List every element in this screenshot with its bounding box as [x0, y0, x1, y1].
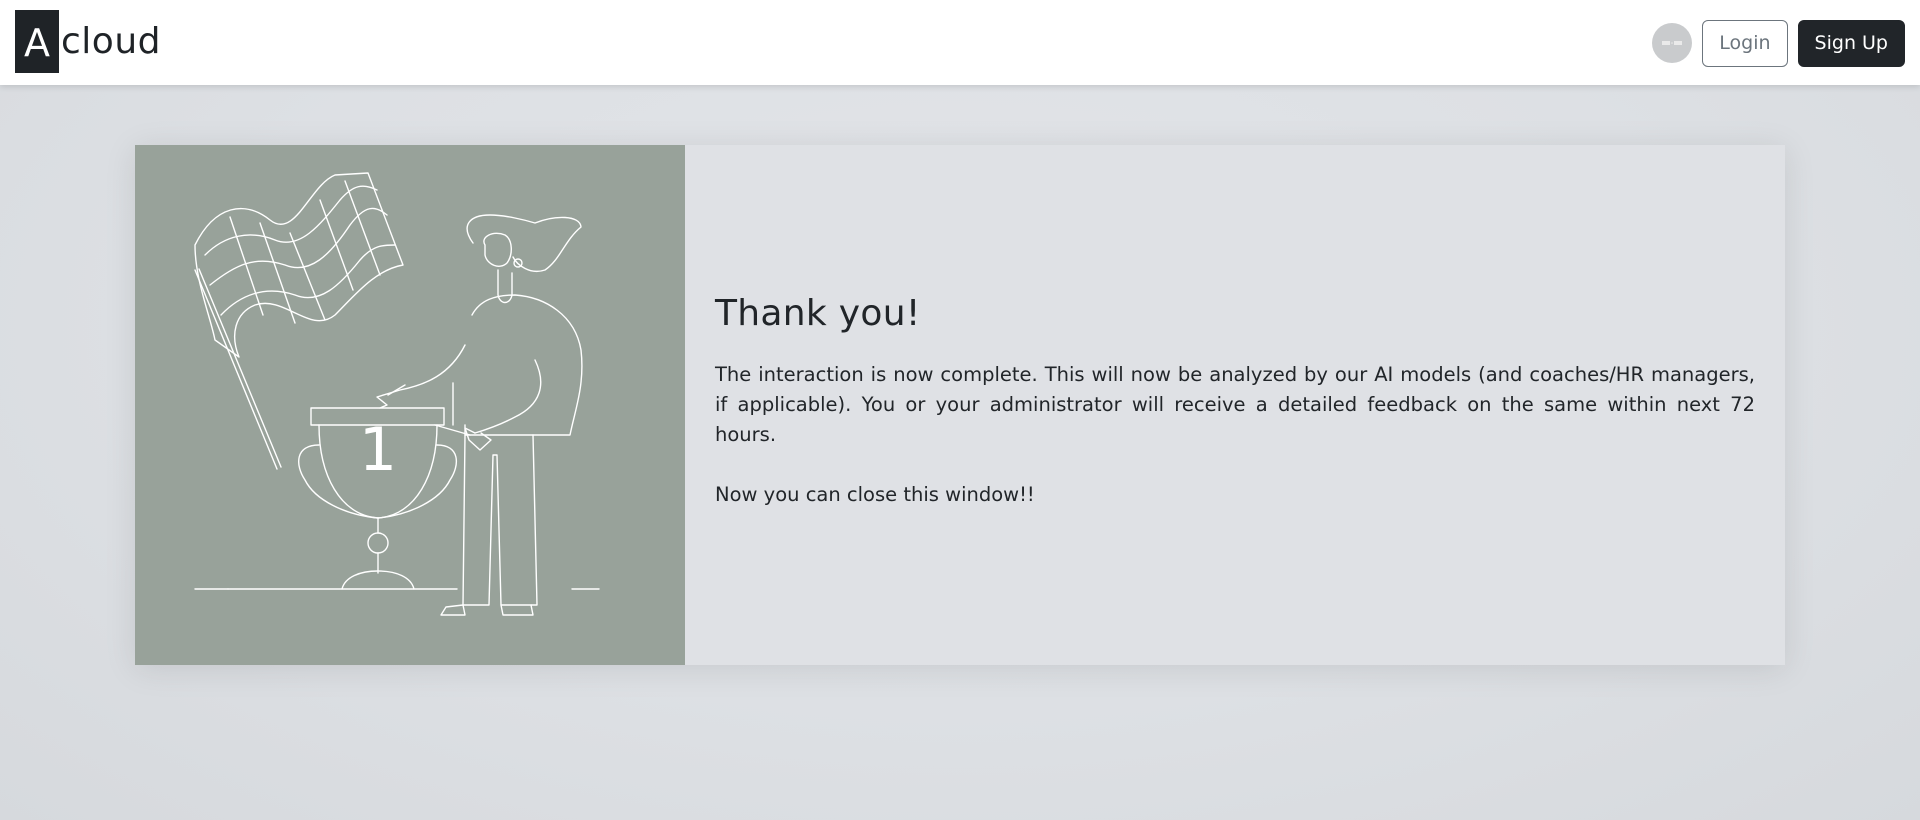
- flag-placeholder-icon: [1662, 41, 1683, 45]
- completion-message: The interaction is now complete. This wi…: [715, 363, 1755, 446]
- person-icon: [376, 214, 583, 616]
- logo-wordmark: cloud: [61, 20, 161, 62]
- logo-mark: A: [15, 10, 59, 73]
- trophy-number: 1: [359, 415, 397, 485]
- language-toggle-icon[interactable]: [1652, 23, 1693, 63]
- login-button[interactable]: Login: [1702, 19, 1788, 67]
- trophy-icon: 1: [298, 407, 458, 590]
- brand-logo[interactable]: A cloud: [15, 10, 161, 73]
- top-navbar: A cloud Login Sign Up: [0, 0, 1920, 85]
- signup-button[interactable]: Sign Up: [1797, 19, 1905, 67]
- thank-you-content: Thank you! The interaction is now comple…: [685, 145, 1785, 665]
- header-actions: Login Sign Up: [1652, 19, 1905, 67]
- winner-illustration: 1: [135, 145, 685, 665]
- close-window-note: Now you can close this window!!: [715, 483, 1035, 506]
- thank-you-title: Thank you!: [715, 293, 921, 334]
- thank-you-card: 1 Thank you! The interaction is now comp…: [135, 145, 1785, 665]
